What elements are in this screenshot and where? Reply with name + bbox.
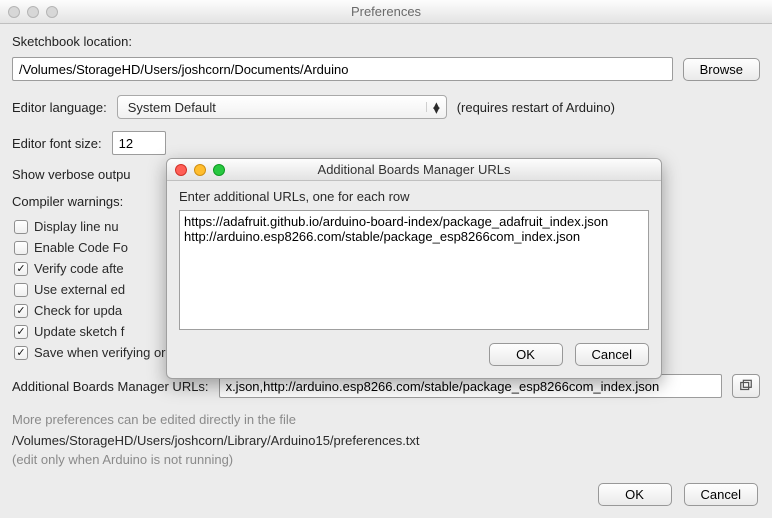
dialog-title: Additional Boards Manager URLs (167, 162, 661, 177)
titlebar: Preferences (0, 0, 772, 24)
open-urls-dialog-button[interactable] (732, 374, 760, 398)
window-stack-icon (739, 379, 753, 393)
urls-dialog: Additional Boards Manager URLs Enter add… (166, 158, 662, 379)
traffic-lights (0, 6, 58, 18)
line-numbers-label: Display line nu (34, 219, 119, 234)
dialog-instruction: Enter additional URLs, one for each row (179, 189, 649, 204)
update-sketch-checkbox[interactable]: ✓ (14, 325, 28, 339)
dialog-titlebar: Additional Boards Manager URLs (167, 159, 661, 181)
cancel-button[interactable]: Cancel (684, 483, 758, 506)
save-verify-checkbox[interactable]: ✓ (14, 346, 28, 360)
check-updates-checkbox[interactable]: ✓ (14, 304, 28, 318)
dialog-cancel-button[interactable]: Cancel (575, 343, 649, 366)
dialog-urls-textarea[interactable] (179, 210, 649, 330)
footer-buttons: OK Cancel (598, 483, 758, 506)
update-sketch-label: Update sketch f (34, 324, 124, 339)
check-updates-label: Check for upda (34, 303, 122, 318)
editor-language-note: (requires restart of Arduino) (457, 100, 615, 115)
dialog-minimize-icon[interactable] (194, 164, 206, 176)
minimize-icon[interactable] (27, 6, 39, 18)
sketchbook-label: Sketchbook location: (12, 34, 760, 49)
editor-language-value: System Default (128, 100, 216, 115)
zoom-icon[interactable] (46, 6, 58, 18)
verify-code-checkbox[interactable]: ✓ (14, 262, 28, 276)
select-arrows-icon: ▴▾ (426, 102, 440, 112)
dialog-close-icon[interactable] (175, 164, 187, 176)
sketchbook-path-input[interactable] (12, 57, 673, 81)
verbose-label: Show verbose outpu (12, 167, 131, 182)
dialog-zoom-icon[interactable] (213, 164, 225, 176)
additional-urls-label: Additional Boards Manager URLs: (12, 379, 209, 394)
verify-code-label: Verify code afte (34, 261, 124, 276)
font-size-input[interactable] (112, 131, 166, 155)
pref-file-note: More preferences can be edited directly … (12, 412, 760, 427)
editor-language-select[interactable]: System Default ▴▾ (117, 95, 447, 119)
external-editor-checkbox[interactable] (14, 283, 28, 297)
dialog-traffic-lights (167, 164, 225, 176)
line-numbers-checkbox[interactable] (14, 220, 28, 234)
dialog-ok-button[interactable]: OK (489, 343, 563, 366)
window-title: Preferences (0, 4, 772, 19)
ok-button[interactable]: OK (598, 483, 672, 506)
editor-language-label: Editor language: (12, 100, 107, 115)
code-folding-label: Enable Code Fo (34, 240, 128, 255)
pref-file-note2: (edit only when Arduino is not running) (12, 452, 760, 467)
pref-file-path: /Volumes/StorageHD/Users/joshcorn/Librar… (12, 433, 760, 448)
font-size-label: Editor font size: (12, 136, 102, 151)
browse-button[interactable]: Browse (683, 58, 760, 81)
compiler-warnings-label: Compiler warnings: (12, 194, 123, 209)
external-editor-label: Use external ed (34, 282, 125, 297)
close-icon[interactable] (8, 6, 20, 18)
code-folding-checkbox[interactable] (14, 241, 28, 255)
